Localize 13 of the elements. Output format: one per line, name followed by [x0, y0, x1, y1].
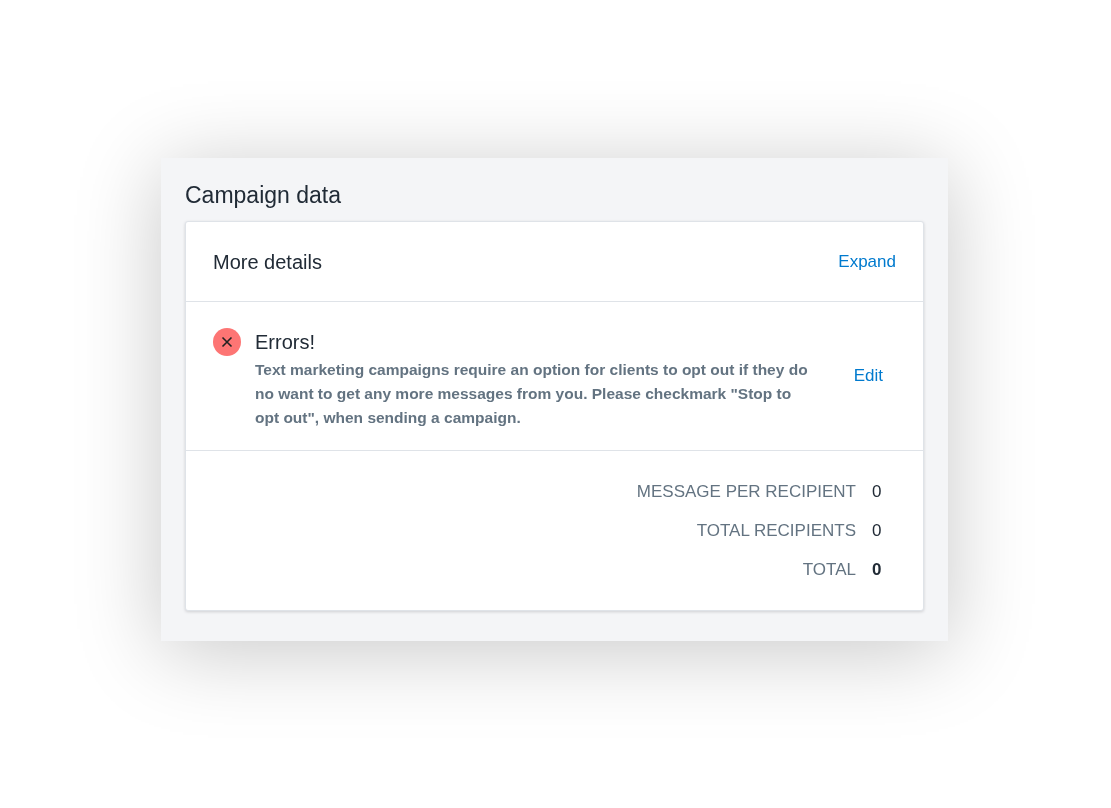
panel-title: Campaign data	[185, 181, 342, 210]
error-icon	[213, 328, 241, 356]
summary-label: TOTAL	[802, 559, 856, 580]
summary-value: 0	[872, 520, 882, 541]
error-message: Text marketing campaigns require an option for clients to opt out if they do no want to get any more messages from you. Please checkmark "Stop to opt out", when sending a campaign.	[255, 360, 809, 428]
section-title: More details	[213, 249, 322, 275]
expand-link[interactable]: Expand	[838, 248, 896, 275]
summary-label: TOTAL RECIPIENTS	[696, 520, 856, 541]
error-title: Errors!	[255, 330, 316, 355]
summary-value: 0	[872, 559, 882, 580]
edit-link[interactable]: Edit	[853, 362, 883, 389]
summary-label: MESSAGE PER RECIPIENT	[636, 481, 856, 502]
summary-value: 0	[872, 481, 882, 502]
